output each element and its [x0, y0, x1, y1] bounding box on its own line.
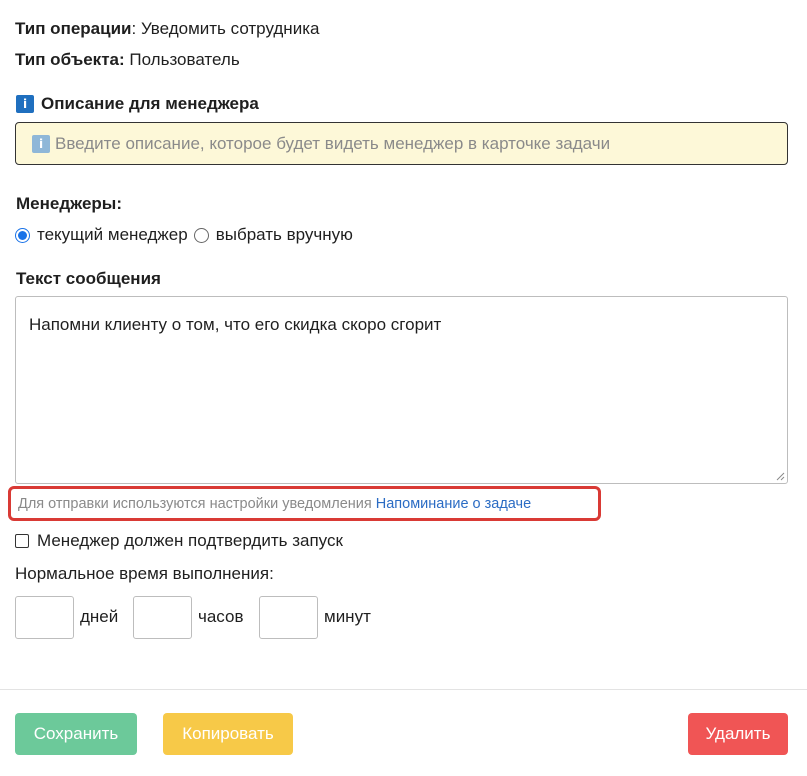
days-input[interactable]: [15, 596, 74, 639]
operation-type-colon: :: [131, 19, 141, 38]
description-placeholder: Введите описание, которое будет видеть м…: [55, 133, 611, 153]
description-input[interactable]: i Введите описание, которое будет видеть…: [15, 122, 788, 165]
operation-type: Тип операции: Уведомить сотрудника: [15, 18, 319, 40]
copy-button[interactable]: Копировать: [163, 713, 293, 755]
hours-unit: часов: [198, 607, 244, 626]
days-unit: дней: [80, 607, 119, 626]
save-button[interactable]: Сохранить: [15, 713, 137, 755]
object-type-label: Тип объекта:: [15, 50, 125, 69]
info-icon: i: [16, 95, 34, 113]
resize-handle-icon[interactable]: [775, 471, 785, 481]
hours-input[interactable]: [133, 596, 192, 639]
radio-choose-manually[interactable]: [193, 227, 209, 243]
object-type: Тип объекта: Пользователь: [15, 49, 240, 71]
normal-time-label: Нормальное время выполнения:: [15, 564, 274, 583]
confirm-launch: Менеджер должен подтвердить запуск: [15, 530, 343, 552]
message-textarea[interactable]: Напомни клиенту о том, что его скидка ск…: [15, 296, 788, 484]
confirm-launch-label[interactable]: Менеджер должен подтвердить запуск: [37, 531, 343, 551]
operation-type-value: Уведомить сотрудника: [140, 19, 320, 38]
confirm-launch-checkbox[interactable]: [15, 534, 29, 548]
radio-current-manager[interactable]: [15, 227, 30, 243]
notification-settings-note: Для отправки используются настройки увед…: [8, 486, 601, 521]
object-type-value: Пользователь: [129, 50, 240, 69]
notification-link[interactable]: Напоминание о задаче: [376, 496, 531, 512]
minutes-unit: минут: [324, 607, 371, 626]
minutes-input[interactable]: [259, 596, 318, 639]
radio-current-manager-label[interactable]: текущий менеджер: [37, 225, 188, 245]
description-heading: i Описание для менеджера: [16, 93, 259, 115]
message-label: Текст сообщения: [16, 269, 161, 288]
info-icon: i: [32, 134, 50, 153]
message-text: Напомни клиенту о том, что его скидка ск…: [29, 315, 442, 334]
operation-type-label: Тип операции: [15, 19, 132, 38]
managers-label: Менеджеры:: [16, 194, 122, 213]
managers-radio-group: текущий менеджер выбрать вручную: [15, 224, 359, 246]
delete-button[interactable]: Удалить: [688, 713, 788, 755]
notification-text: Для отправки используются настройки увед…: [18, 495, 372, 512]
radio-choose-manually-label[interactable]: выбрать вручную: [216, 225, 353, 245]
footer-divider: [0, 689, 807, 690]
description-heading-text: Описание для менеджера: [41, 94, 259, 113]
